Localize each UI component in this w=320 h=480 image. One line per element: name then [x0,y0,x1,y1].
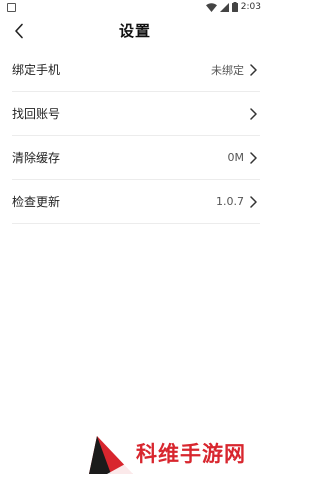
row-label: 清除缓存 [12,151,61,165]
watermark-text: 科维手游网 [136,442,246,466]
chevron-right-icon [250,152,257,164]
status-time: 2:03 [240,2,261,12]
row-label: 绑定手机 [12,63,61,77]
row-value: 未绑定 [211,63,244,77]
wifi-icon [205,2,217,12]
watermark: 科维手游网 [87,434,263,476]
chevron-right-icon [250,64,257,76]
settings-row-recover-account[interactable]: 找回账号 [12,92,260,136]
signal-icon [219,2,229,12]
row-value: 1.0.7 [216,195,244,208]
row-label: 检查更新 [12,195,61,209]
status-right-group: 2:03 [205,1,261,13]
row-value: 0M [227,151,245,164]
status-bar: 2:03 [0,0,270,14]
watermark-logo-icon [89,436,133,474]
row-label: 找回账号 [12,107,61,121]
settings-row-clear-cache[interactable]: 清除缓存 0M [12,136,260,180]
battery-icon [231,2,238,12]
page-title: 设置 [118,22,151,40]
header: 设置 [0,14,270,50]
chevron-right-icon [250,196,257,208]
settings-list: 绑定手机 未绑定 找回账号 清除缓存 0M 检查更新 1.0.7 [12,48,260,224]
settings-row-bind-phone[interactable]: 绑定手机 未绑定 [12,48,260,92]
chevron-right-icon [250,108,257,120]
settings-row-check-update[interactable]: 检查更新 1.0.7 [12,180,260,224]
app-notification-icon [7,3,16,12]
